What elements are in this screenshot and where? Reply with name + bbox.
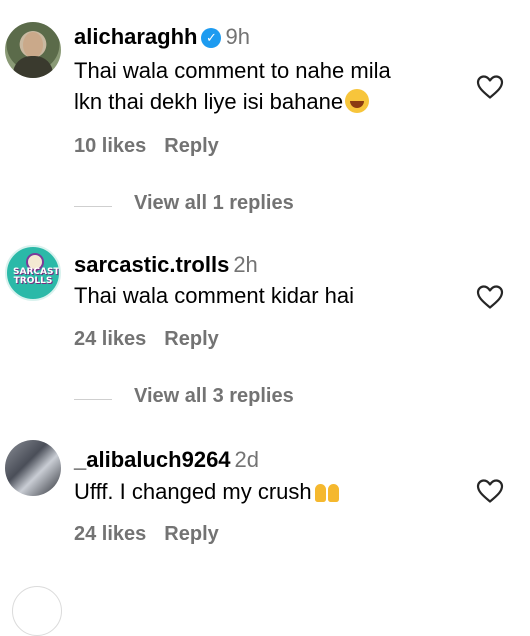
- reply-button[interactable]: Reply: [164, 328, 218, 350]
- avatar[interactable]: [5, 440, 61, 496]
- timestamp: 9h: [225, 24, 250, 49]
- username-row: alicharaghh ✓ 9h: [74, 24, 250, 50]
- comment-meta: 24 likes Reply: [74, 328, 219, 351]
- raising-hands-emoji-icon: [314, 480, 340, 502]
- heart-icon[interactable]: [476, 74, 504, 100]
- view-replies-label: View all 3 replies: [134, 385, 294, 407]
- comment-meta: 10 likes Reply: [74, 135, 219, 158]
- view-replies-button[interactable]: View all 3 replies: [74, 385, 474, 415]
- comment-text-line: Ufff. I changed my crush: [74, 476, 340, 508]
- timestamp: 2h: [233, 252, 258, 277]
- reply-button[interactable]: Reply: [164, 523, 218, 545]
- likes-count[interactable]: 24 likes: [74, 328, 146, 350]
- view-replies-label: View all 1 replies: [134, 192, 294, 214]
- laughing-emoji-icon: [345, 89, 370, 113]
- reply-button[interactable]: Reply: [164, 135, 218, 157]
- avatar[interactable]: [5, 22, 61, 78]
- username[interactable]: sarcastic.trolls: [74, 252, 229, 277]
- heart-icon[interactable]: [476, 478, 504, 504]
- avatar[interactable]: [12, 586, 62, 636]
- divider: [74, 399, 112, 400]
- comment-text: lkn thai dekh liye isi bahane: [74, 89, 344, 114]
- username-row: sarcastic.trolls 2h: [74, 252, 258, 278]
- divider: [74, 206, 112, 207]
- avatar-body: [13, 56, 53, 78]
- comment-text: Thai wala comment to nahe mila: [74, 58, 391, 83]
- username[interactable]: _alibaluch9264: [74, 447, 231, 472]
- avatar[interactable]: SARCASTIC TROLLS: [5, 245, 61, 301]
- verified-badge-icon: ✓: [201, 28, 222, 48]
- comment-meta: 24 likes Reply: [74, 523, 219, 546]
- username-row: _alibaluch9264 2d: [74, 447, 259, 473]
- comment-text: Thai wala comment kidar hai: [74, 283, 355, 308]
- username[interactable]: alicharaghh: [74, 24, 197, 49]
- heart-icon[interactable]: [476, 284, 504, 310]
- comment-text: Ufff. I changed my crush: [74, 479, 312, 504]
- view-replies-button[interactable]: View all 1 replies: [74, 192, 474, 222]
- avatar-logo-text: SARCASTIC TROLLS: [13, 267, 60, 286]
- comment-text-line: Thai wala comment to nahe mila: [74, 55, 391, 87]
- timestamp: 2d: [234, 447, 260, 472]
- comment-text-line: Thai wala comment kidar hai: [74, 280, 354, 312]
- avatar-face: [23, 32, 43, 58]
- likes-count[interactable]: 24 likes: [74, 523, 146, 545]
- comment-text-line: lkn thai dekh liye isi bahane: [74, 86, 370, 118]
- likes-count[interactable]: 10 likes: [74, 135, 146, 157]
